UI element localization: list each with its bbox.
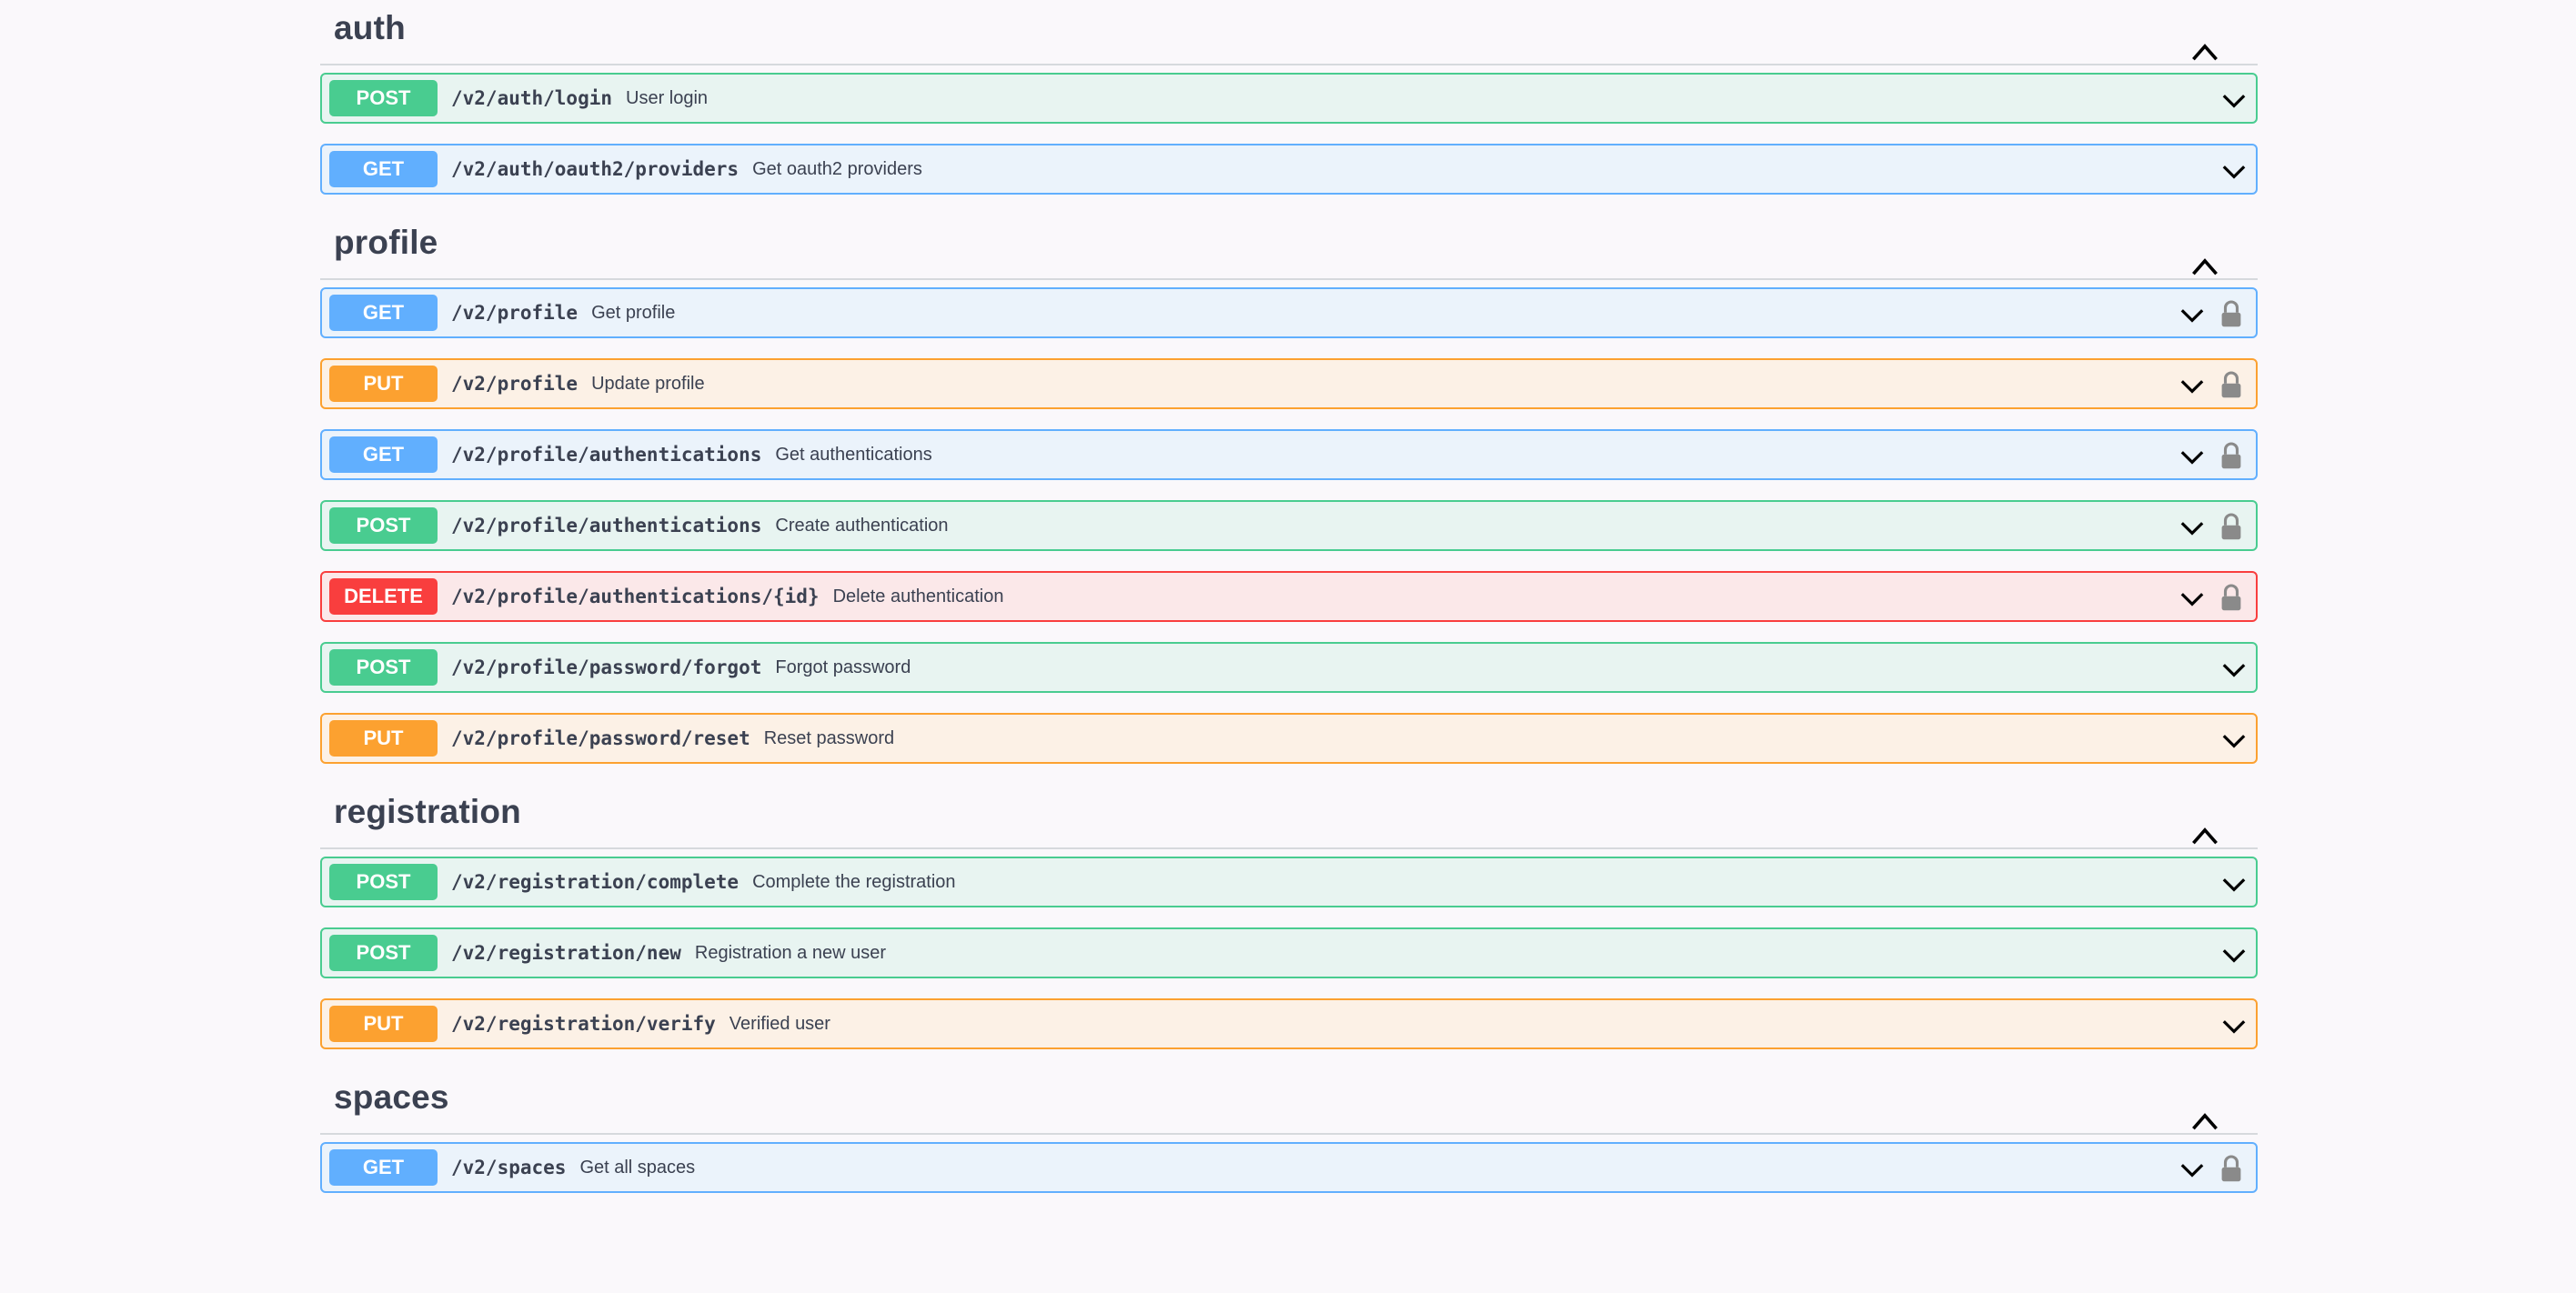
operation-summary: Registration a new user: [694, 942, 886, 963]
chevron-down-icon[interactable]: [2219, 156, 2249, 185]
http-method-badge: POST: [329, 649, 438, 686]
operation-summary: Get oauth2 providers: [752, 158, 922, 179]
chevron-down-icon[interactable]: [2219, 1011, 2249, 1040]
http-method-badge: DELETE: [329, 578, 438, 615]
chevron-down-icon[interactable]: [2219, 655, 2249, 684]
chevron-down-icon[interactable]: [2219, 85, 2249, 115]
chevron-up-icon[interactable]: [2189, 1106, 2221, 1138]
operation-summary: Verified user: [729, 1013, 830, 1034]
operation-summary: Get authentications: [775, 444, 932, 465]
operation-summary: User login: [626, 87, 709, 108]
tag-section-spaces: spaces GET /v2/spaces Get all spaces: [320, 1069, 2258, 1193]
tag-title: registration: [334, 792, 521, 830]
chevron-down-icon[interactable]: [2219, 940, 2249, 969]
lock-icon[interactable]: [2219, 370, 2243, 399]
tag-header-profile[interactable]: profile: [320, 215, 2258, 280]
operation-path: /v2/profile: [451, 373, 579, 395]
operation-path: /v2/profile/authentications: [451, 444, 762, 466]
tag-section-registration: registration POST /v2/registration/compl…: [320, 784, 2258, 1049]
chevron-down-icon[interactable]: [2219, 726, 2249, 755]
operation-block[interactable]: POST /v2/registration/new Registration a…: [320, 927, 2258, 978]
operation-path: /v2/auth/oauth2/providers: [451, 158, 740, 180]
operation-summary: Forgot password: [775, 657, 911, 677]
operation-summary: Create authentication: [775, 515, 949, 536]
http-method-badge: GET: [329, 295, 438, 331]
http-method-badge: PUT: [329, 1006, 438, 1042]
operation-block[interactable]: POST /v2/profile/authentications Create …: [320, 500, 2258, 551]
chevron-up-icon[interactable]: [2189, 820, 2221, 853]
lock-icon[interactable]: [2219, 441, 2243, 470]
operation-block[interactable]: GET /v2/auth/oauth2/providers Get oauth2…: [320, 144, 2258, 195]
chevron-down-icon[interactable]: [2178, 300, 2207, 329]
chevron-down-icon[interactable]: [2219, 869, 2249, 898]
http-method-badge: GET: [329, 151, 438, 187]
http-method-badge: GET: [329, 436, 438, 473]
tag-section-profile: profile GET /v2/profile Get profile PUT …: [320, 215, 2258, 764]
operation-path: /v2/registration/verify: [451, 1013, 716, 1035]
operation-block[interactable]: POST /v2/auth/login User login: [320, 73, 2258, 124]
chevron-up-icon[interactable]: [2189, 36, 2221, 69]
lock-icon[interactable]: [2219, 299, 2243, 328]
operation-path: /v2/registration/complete: [451, 871, 740, 893]
operation-summary: Reset password: [763, 727, 895, 748]
operation-path: /v2/profile/authentications/{id}: [451, 586, 820, 607]
chevron-down-icon[interactable]: [2178, 442, 2207, 471]
operation-block[interactable]: DELETE /v2/profile/authentications/{id} …: [320, 571, 2258, 622]
operation-block[interactable]: GET /v2/profile Get profile: [320, 287, 2258, 338]
operation-path: /v2/spaces: [451, 1157, 567, 1178]
operation-block[interactable]: POST /v2/profile/password/forgot Forgot …: [320, 642, 2258, 693]
operation-summary: Delete authentication: [832, 586, 1004, 606]
tag-title: auth: [334, 8, 406, 46]
operation-block[interactable]: GET /v2/profile/authentications Get auth…: [320, 429, 2258, 480]
lock-icon[interactable]: [2219, 583, 2243, 612]
api-operations-list: auth POST /v2/auth/login User login GET …: [320, 0, 2258, 1213]
chevron-down-icon[interactable]: [2178, 513, 2207, 542]
chevron-up-icon[interactable]: [2189, 251, 2221, 284]
operation-path: /v2/profile/password/forgot: [451, 657, 762, 678]
http-method-badge: PUT: [329, 366, 438, 402]
chevron-down-icon[interactable]: [2178, 371, 2207, 400]
http-method-badge: PUT: [329, 720, 438, 757]
operation-block[interactable]: PUT /v2/profile Update profile: [320, 358, 2258, 409]
operation-block[interactable]: GET /v2/spaces Get all spaces: [320, 1142, 2258, 1193]
operation-path: /v2/auth/login: [451, 87, 613, 109]
chevron-down-icon[interactable]: [2178, 584, 2207, 613]
tag-title: spaces: [334, 1078, 449, 1116]
operation-path: /v2/profile: [451, 302, 579, 324]
operation-summary: Update profile: [591, 373, 705, 394]
operation-block[interactable]: PUT /v2/profile/password/reset Reset pas…: [320, 713, 2258, 764]
lock-icon[interactable]: [2219, 1154, 2243, 1183]
operation-path: /v2/profile/password/reset: [451, 727, 750, 749]
lock-icon[interactable]: [2219, 512, 2243, 541]
tag-header-auth[interactable]: auth: [320, 0, 2258, 65]
tag-header-spaces[interactable]: spaces: [320, 1069, 2258, 1135]
operation-block[interactable]: POST /v2/registration/complete Complete …: [320, 857, 2258, 907]
operation-path: /v2/profile/authentications: [451, 515, 762, 536]
tag-section-auth: auth POST /v2/auth/login User login GET …: [320, 0, 2258, 195]
http-method-badge: POST: [329, 864, 438, 900]
http-method-badge: POST: [329, 507, 438, 544]
operation-summary: Get all spaces: [579, 1157, 696, 1178]
http-method-badge: GET: [329, 1149, 438, 1186]
tag-header-registration[interactable]: registration: [320, 784, 2258, 849]
operation-summary: Complete the registration: [752, 871, 956, 892]
tag-title: profile: [334, 223, 438, 261]
chevron-down-icon[interactable]: [2178, 1155, 2207, 1184]
operation-block[interactable]: PUT /v2/registration/verify Verified use…: [320, 998, 2258, 1049]
operation-summary: Get profile: [591, 302, 676, 323]
http-method-badge: POST: [329, 80, 438, 116]
operation-path: /v2/registration/new: [451, 942, 681, 964]
http-method-badge: POST: [329, 935, 438, 971]
